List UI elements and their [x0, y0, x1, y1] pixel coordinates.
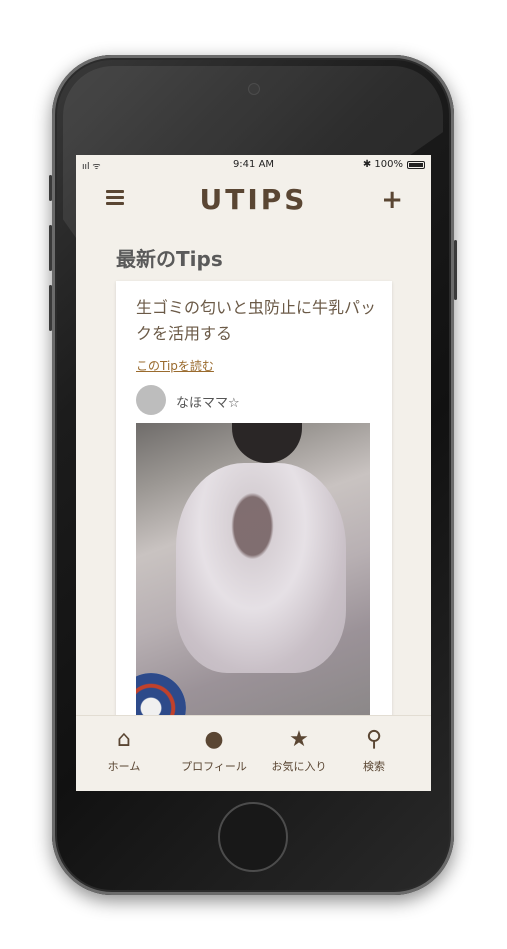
user-icon: ●: [204, 727, 224, 752]
tab-home[interactable]: ⌂ ホーム: [84, 726, 164, 774]
tab-label-search: 検索: [363, 760, 385, 773]
read-tip-link[interactable]: このTipを読む: [136, 357, 214, 374]
tab-favorites[interactable]: ★ お気に入り: [259, 726, 339, 774]
tab-profile[interactable]: ● プロフィール: [174, 726, 254, 774]
add-tip-button[interactable]: +: [381, 185, 403, 215]
mute-switch: [49, 175, 52, 201]
power-button: [454, 240, 457, 300]
camera-dot: [249, 84, 259, 94]
star-icon: ★: [289, 727, 309, 752]
photo-kettle: [232, 423, 302, 463]
home-icon: ⌂: [117, 727, 131, 752]
battery-text: ✱ 100%: [362, 159, 403, 170]
tip-title: 生ゴミの匂いと虫防止に牛乳パックを活用する: [136, 298, 377, 343]
tab-label-favorites: お気に入り: [271, 760, 327, 773]
bottom-tab-bar: ⌂ ホーム ● プロフィール ★ お気に入り ⚲ 検索: [76, 715, 431, 791]
app-logo: UTIPS: [199, 183, 308, 216]
main-content: 最新のTips 生ゴミの匂いと虫防止に牛乳パックを活用する このTipを読む な…: [76, 227, 431, 741]
tip-card[interactable]: 生ゴミの匂いと虫防止に牛乳パックを活用する このTipを読む なほママ☆: [116, 281, 392, 741]
home-button[interactable]: [218, 802, 288, 872]
search-icon: ⚲: [365, 727, 383, 752]
author-name[interactable]: なほママ☆: [176, 392, 240, 411]
tab-label-profile: プロフィール: [181, 760, 247, 773]
tab-label-home: ホーム: [107, 760, 141, 773]
section-title: 最新のTips: [116, 247, 223, 271]
tab-search[interactable]: ⚲ 検索: [334, 726, 414, 774]
avatar[interactable]: [136, 385, 166, 415]
app-screen: ııl ᯤ 9:41 AM ✱ 100% UTIPS + 最新のTips 生ゴミ…: [76, 155, 431, 791]
photo-plastic-bag: [176, 463, 346, 673]
status-bar: ııl ᯤ 9:41 AM ✱ 100%: [76, 155, 431, 175]
battery-icon: [407, 161, 425, 169]
volume-up-button: [49, 225, 52, 271]
tip-photo[interactable]: [136, 423, 370, 723]
volume-down-button: [49, 285, 52, 331]
app-header: UTIPS +: [76, 175, 431, 228]
